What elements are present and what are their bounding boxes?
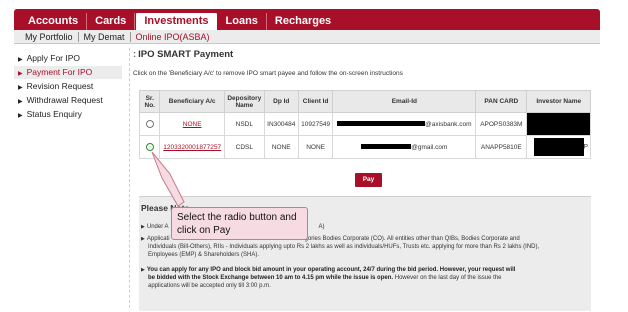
redacted-block — [533, 138, 584, 156]
sidebar-item-label: Apply For IPO — [26, 53, 81, 63]
pan-cell: ANAPP5810E — [475, 135, 528, 159]
page-title: : IPO SMART Payment — [133, 49, 234, 60]
email-cell: @axisbank.com — [332, 112, 477, 136]
col-beneficiary: Beneficiary A/c — [159, 90, 225, 113]
arrow-right-icon: ▶ — [18, 85, 23, 91]
tab-loans[interactable]: Loans — [218, 13, 267, 30]
sidebar-item-label: Withdrawal Request — [26, 95, 103, 105]
callout-pointer — [151, 151, 185, 207]
top-nav: Accounts Cards Investments Loans Recharg… — [14, 9, 600, 30]
email-suffix: @gmail.com — [411, 143, 448, 151]
sub-nav: My Portfolio My Demat Online IPO(ASBA) — [14, 30, 600, 44]
row-radio-button[interactable] — [145, 120, 154, 128]
col-email: Email-Id — [332, 90, 477, 113]
note-line: be bidded with the Stock Exchange betwee… — [148, 275, 502, 281]
investor-tail: P — [583, 143, 588, 151]
col-depository: Depository Name — [223, 90, 265, 113]
tab-cards[interactable]: Cards — [87, 13, 136, 30]
note-line: applications will be accepted only till … — [148, 283, 271, 289]
sidebar: ▶ Apply For IPO ▶ Payment For IPO ▶ Revisio… — [14, 52, 122, 122]
sidebar-item-label: Status Enquiry — [26, 109, 82, 119]
sidebar-item-status-enquiry[interactable]: ▶ Status Enquiry — [14, 108, 122, 121]
col-dp-id: Dp Id — [263, 90, 299, 113]
sidebar-item-apply-for-ipo[interactable]: ▶ Apply For IPO — [14, 52, 122, 65]
main-content: : IPO SMART Payment Click on the 'Benefic… — [133, 48, 603, 311]
callout-tooltip: Select the radio button and click on Pay — [171, 207, 308, 240]
tab-accounts[interactable]: Accounts — [20, 13, 88, 30]
beneficiary-link[interactable]: NONE — [159, 112, 225, 136]
arrow-right-icon: ▶ — [18, 113, 23, 119]
subnav-my-portfolio[interactable]: My Portfolio — [20, 31, 79, 42]
sidebar-item-payment-for-ipo[interactable]: ▶ Payment For IPO — [14, 66, 122, 79]
investor-name-cell: P — [526, 135, 591, 159]
table-row: NONE NSDL IN300484 10927549 @axisbank.co… — [138, 112, 591, 136]
depository-cell: CDSL — [223, 135, 265, 159]
client-id-cell: NONE — [297, 135, 334, 159]
divider — [129, 48, 130, 308]
email-cell: @gmail.com — [332, 135, 477, 159]
arrow-right-icon: ▶ — [18, 99, 23, 105]
pan-cell: APOPS0383M — [475, 112, 528, 136]
note-line: ▶ You can apply for any IPO and block bid… — [141, 267, 516, 273]
sidebar-item-label: Payment For IPO — [26, 67, 93, 77]
subnav-online-ipo[interactable]: Online IPO(ASBA) — [131, 32, 215, 42]
instruction-text: Click on the 'Beneficiary A/c' to remove… — [133, 70, 403, 77]
subnav-my-demat[interactable]: My Demat — [79, 31, 131, 42]
table-header-row: Sr. No. Beneficiary A/c Depository Name … — [138, 90, 591, 113]
col-pan: PAN CARD — [475, 90, 528, 113]
dp-id-cell: IN300484 — [263, 112, 299, 136]
tab-recharges[interactable]: Recharges — [267, 13, 339, 30]
sidebar-item-revision-request[interactable]: ▶ Revision Request — [14, 80, 122, 93]
row-select-cell — [138, 112, 161, 136]
investor-name-redacted — [526, 112, 591, 136]
sidebar-item-withdrawal-request[interactable]: ▶ Withdrawal Request — [14, 94, 122, 107]
col-client-id: Client Id — [297, 90, 334, 113]
redacted-block — [361, 144, 412, 150]
note-line: Employees (EMP) & Shareholders (SHA). — [148, 252, 260, 258]
pay-button[interactable]: Pay — [355, 173, 382, 187]
table-row: 1203320001877257 CDSL NONE NONE @gmail.c… — [138, 135, 591, 159]
payee-table: Sr. No. Beneficiary A/c Depository Name … — [138, 90, 591, 159]
col-sr-no: Sr. No. — [138, 90, 161, 113]
depository-cell: NSDL — [223, 112, 265, 136]
arrow-right-icon: ▶ — [18, 71, 23, 77]
col-investor: Investor Name — [526, 90, 591, 113]
dp-id-cell: NONE — [263, 135, 299, 159]
tab-investments[interactable]: Investments — [135, 12, 218, 30]
redacted-block — [337, 121, 426, 127]
client-id-cell: 10927549 — [297, 112, 334, 136]
note-line: Individuals (Bill-Others), RIIs - Indivi… — [148, 244, 540, 250]
sidebar-item-label: Revision Request — [26, 81, 94, 91]
email-suffix: @axisbank.com — [425, 120, 472, 128]
arrow-right-icon: ▶ — [18, 57, 23, 63]
